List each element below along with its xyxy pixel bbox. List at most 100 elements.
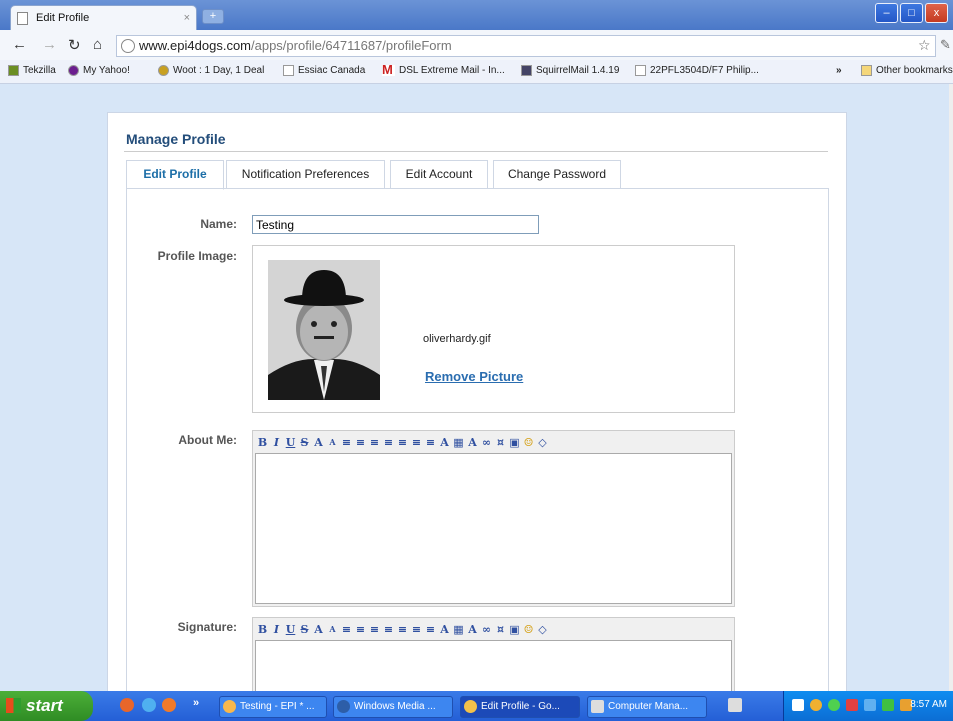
underline-icon[interactable]: U — [285, 436, 296, 449]
close-tab-icon[interactable]: × — [184, 12, 190, 24]
font-size-up-icon[interactable]: A — [313, 623, 324, 636]
font-size-down-icon[interactable]: A — [327, 624, 338, 634]
maximize-button[interactable]: □ — [900, 3, 923, 23]
close-window-button[interactable]: x — [925, 3, 948, 23]
url-path: /apps/profile/64711687/profileForm — [251, 38, 452, 53]
bookmark-yahoo[interactable]: My Yahoo! — [68, 65, 130, 76]
taskbar-item-edit-profile[interactable]: Edit Profile - Go... — [460, 696, 580, 718]
browser-tab[interactable]: Edit Profile × — [10, 5, 197, 30]
taskbar-item-computer[interactable]: Computer Mana... — [587, 696, 707, 718]
about-me-textarea[interactable] — [255, 453, 732, 604]
numbered-list-icon[interactable]: ≡ — [355, 623, 366, 636]
font-size-down-icon[interactable]: A — [327, 437, 338, 447]
home-icon[interactable]: ⌂ — [93, 36, 102, 53]
signature-textarea[interactable] — [255, 640, 732, 691]
taskbar-item-media[interactable]: Windows Media ... — [333, 696, 453, 718]
color-grid-icon[interactable]: ▦ — [453, 436, 464, 449]
help-icon[interactable] — [728, 698, 742, 712]
tab-edit-profile[interactable]: Edit Profile — [126, 160, 224, 190]
minimize-button[interactable]: – — [875, 3, 898, 23]
bookmark-woot[interactable]: Woot : 1 Day, 1 Deal — [158, 65, 264, 76]
new-tab-button[interactable]: + — [202, 9, 224, 24]
font-size-up-icon[interactable]: A — [313, 436, 324, 449]
bold-icon[interactable]: B — [257, 436, 268, 449]
taskbar-item-testing[interactable]: Testing - EPI * ... — [219, 696, 327, 718]
align-center-icon[interactable]: ≡ — [411, 436, 422, 449]
bookmark-philips[interactable]: 22PFL3504D/F7 Philip... — [635, 65, 759, 76]
tab-change-password[interactable]: Change Password — [493, 160, 621, 189]
forward-icon[interactable]: → — [42, 36, 57, 53]
windows-flag-icon — [6, 698, 21, 713]
link-icon[interactable]: ∞ — [481, 436, 492, 449]
outdent-icon[interactable]: ≡ — [369, 623, 380, 636]
italic-icon[interactable]: I — [271, 623, 282, 636]
tray-icon[interactable] — [882, 699, 894, 711]
color-grid-icon[interactable]: ▦ — [453, 623, 464, 636]
bookmark-label: Essiac Canada — [298, 65, 366, 76]
bookmark-essiac[interactable]: Essiac Canada — [283, 65, 365, 76]
align-right-icon[interactable]: ≡ — [425, 623, 436, 636]
tray-icon[interactable] — [810, 699, 822, 711]
align-left-icon[interactable]: ≡ — [397, 623, 408, 636]
scrollbar[interactable] — [949, 84, 953, 691]
font-color-icon[interactable]: A — [439, 436, 450, 449]
highlight-icon[interactable]: A — [467, 623, 478, 636]
highlight-icon[interactable]: A — [467, 436, 478, 449]
address-bar[interactable]: www.epi4dogs.com/apps/profile/64711687/p… — [116, 35, 936, 57]
app-icon — [591, 700, 604, 713]
bookmark-other[interactable]: Other bookmarks — [861, 65, 953, 76]
name-input[interactable] — [252, 215, 539, 234]
tray-icon[interactable] — [828, 699, 840, 711]
woot-icon — [158, 65, 169, 76]
about-me-label: About Me: — [178, 433, 237, 447]
source-code-icon[interactable]: ◇ — [537, 623, 548, 636]
ie-icon[interactable] — [142, 698, 156, 712]
strikethrough-icon[interactable]: S — [299, 623, 310, 636]
indent-icon[interactable]: ≡ — [383, 436, 394, 449]
source-code-icon[interactable]: ◇ — [537, 436, 548, 449]
tray-icon[interactable] — [792, 699, 804, 711]
bookmark-icon — [8, 65, 19, 76]
numbered-list-icon[interactable]: ≡ — [355, 436, 366, 449]
font-color-icon[interactable]: A — [439, 623, 450, 636]
browser-icon[interactable] — [162, 698, 176, 712]
align-right-icon[interactable]: ≡ — [425, 436, 436, 449]
reload-icon[interactable]: ↻ — [68, 36, 81, 54]
bullet-list-icon[interactable]: ≡ — [341, 623, 352, 636]
wrench-icon[interactable]: ✎ — [940, 37, 951, 53]
star-icon[interactable]: ☆ — [918, 37, 931, 54]
bookmark-squirrelmail[interactable]: SquirrelMail 1.4.19 — [521, 65, 619, 76]
tab-edit-account[interactable]: Edit Account — [390, 160, 488, 189]
app-icon — [464, 700, 477, 713]
image-icon[interactable]: ▣ — [509, 436, 520, 449]
strikethrough-icon[interactable]: S — [299, 436, 310, 449]
signature-label: Signature: — [177, 620, 237, 634]
unlink-icon[interactable]: ¤ — [495, 623, 506, 636]
tab-notification-preferences[interactable]: Notification Preferences — [226, 160, 385, 189]
link-icon[interactable]: ∞ — [481, 623, 492, 636]
bookmark-tekzilla[interactable]: Tekzilla — [8, 65, 56, 76]
bold-icon[interactable]: B — [257, 623, 268, 636]
unlink-icon[interactable]: ¤ — [495, 436, 506, 449]
indent-icon[interactable]: ≡ — [383, 623, 394, 636]
outdent-icon[interactable]: ≡ — [369, 436, 380, 449]
align-center-icon[interactable]: ≡ — [411, 623, 422, 636]
title-bar: Edit Profile × + – □ x — [0, 0, 953, 30]
bookmark-dsl[interactable]: M DSL Extreme Mail - In... — [382, 63, 505, 76]
bookmarks-overflow[interactable]: » — [836, 65, 842, 76]
smiley-icon[interactable]: ☺ — [523, 623, 534, 636]
remove-picture-link[interactable]: Remove Picture — [425, 369, 523, 384]
quicklaunch-overflow[interactable]: » — [193, 697, 199, 709]
align-left-icon[interactable]: ≡ — [397, 436, 408, 449]
clock[interactable]: 8:57 AM — [910, 699, 947, 710]
back-icon[interactable]: ← — [12, 36, 27, 53]
tray-icon[interactable] — [846, 699, 858, 711]
start-button[interactable]: start — [0, 691, 93, 721]
smiley-icon[interactable]: ☺ — [523, 436, 534, 449]
firefox-icon[interactable] — [120, 698, 134, 712]
bullet-list-icon[interactable]: ≡ — [341, 436, 352, 449]
tray-icon[interactable] — [864, 699, 876, 711]
underline-icon[interactable]: U — [285, 623, 296, 636]
italic-icon[interactable]: I — [271, 436, 282, 449]
image-icon[interactable]: ▣ — [509, 623, 520, 636]
